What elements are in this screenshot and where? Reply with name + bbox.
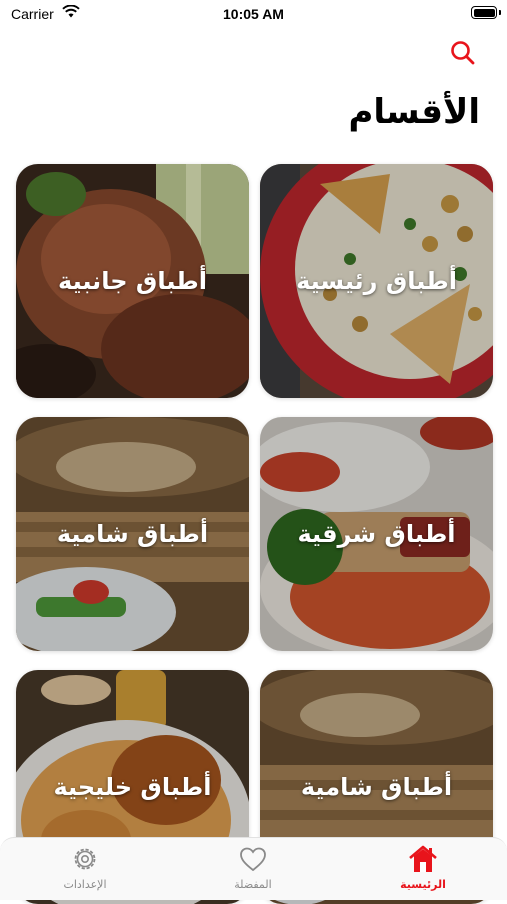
tab-favorites[interactable]: المفضلة	[193, 844, 313, 891]
category-card-side-dishes[interactable]: أطباق جانبية	[16, 164, 249, 398]
heart-icon	[240, 847, 266, 872]
category-label: أطباق شامية	[300, 773, 453, 801]
battery-cap	[499, 10, 501, 15]
category-card-levantine-dishes[interactable]: أطباق شامية	[16, 417, 249, 651]
status-bar: Carrier 10:05 AM	[0, 0, 507, 30]
category-label: أطباق شامية	[56, 520, 209, 548]
clock: 10:05 AM	[223, 6, 284, 22]
category-label: أطباق جانبية	[58, 267, 207, 295]
tab-label: المفضلة	[234, 878, 272, 891]
category-card-main-dishes[interactable]: أطباق رئيسية	[260, 164, 493, 398]
tab-home[interactable]: الرئيسية	[363, 844, 483, 891]
category-label: أطباق شرقية	[297, 520, 456, 548]
search-button[interactable]	[448, 38, 478, 68]
battery-icon	[471, 6, 497, 19]
tab-settings[interactable]: الإعدادات	[25, 844, 145, 891]
category-card-oriental-dishes[interactable]: أطباق شرقية	[260, 417, 493, 651]
category-label: أطباق رئيسية	[296, 267, 457, 295]
tab-label: الإعدادات	[63, 878, 107, 891]
tab-bar: الرئيسية المفضلة الإعدادات	[0, 837, 507, 900]
page-title: الأقسام	[348, 92, 480, 132]
gear-icon	[74, 848, 96, 870]
tab-label: الرئيسية	[400, 878, 446, 891]
home-icon	[409, 845, 437, 872]
search-icon	[451, 41, 475, 65]
category-label: أطباق خليجية	[53, 773, 212, 801]
